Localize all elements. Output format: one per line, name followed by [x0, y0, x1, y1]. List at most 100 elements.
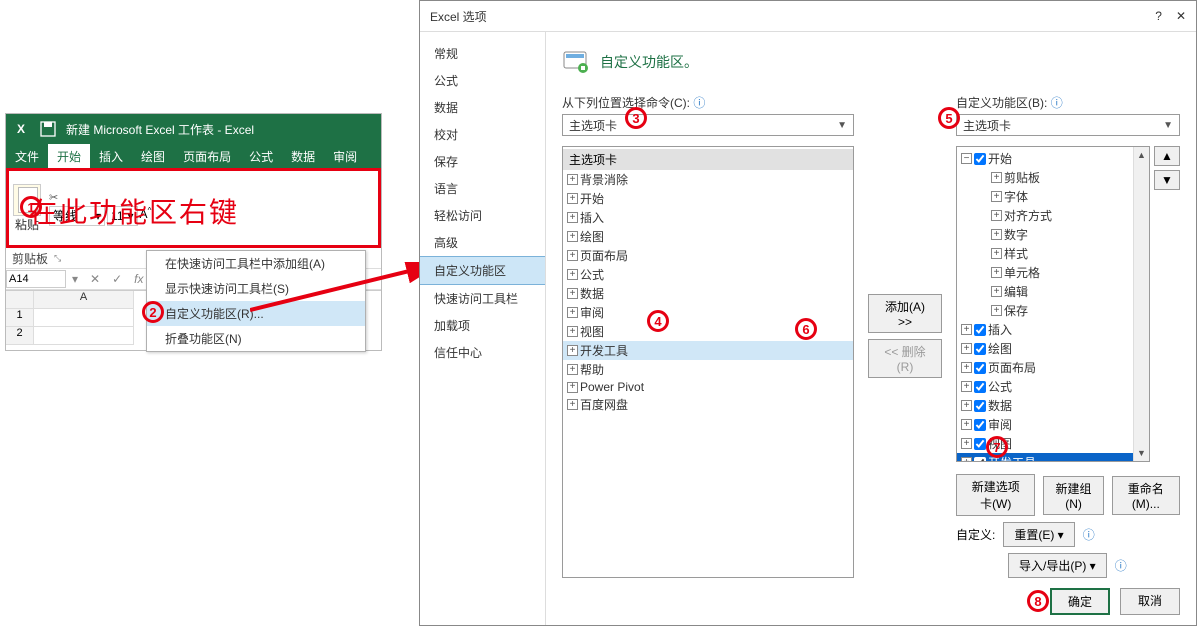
move-down-button[interactable]: ▼ — [1154, 170, 1180, 190]
reset-button[interactable]: 重置(E) ▾ — [1003, 522, 1074, 547]
sidebar-qat[interactable]: 快速访问工具栏 — [420, 285, 545, 312]
tree-item[interactable]: 页面布局 — [580, 247, 628, 264]
expand-icon[interactable]: + — [991, 229, 1002, 240]
sidebar-easeofaccess[interactable]: 轻松访问 — [420, 202, 545, 229]
checkbox[interactable] — [974, 343, 986, 355]
sidebar-formulas[interactable]: 公式 — [420, 67, 545, 94]
tab-draw[interactable]: 绘图 — [132, 144, 174, 168]
tab-home[interactable]: 开始 — [48, 144, 90, 168]
expand-icon[interactable]: + — [961, 343, 972, 354]
import-export-button[interactable]: 导入/导出(P) ▾ — [1008, 553, 1107, 578]
tree-item-developer[interactable]: 开发工具 — [580, 342, 628, 359]
tree-item[interactable]: 背景消除 — [580, 171, 628, 188]
expand-icon[interactable]: + — [567, 193, 578, 204]
expand-icon[interactable]: + — [991, 286, 1002, 297]
cancel-button[interactable]: 取消 — [1120, 588, 1180, 615]
tree-item[interactable]: 样式 — [1004, 245, 1028, 262]
row-header-2[interactable]: 2 — [6, 327, 34, 345]
expand-icon[interactable]: + — [567, 399, 578, 410]
expand-icon[interactable]: + — [567, 231, 578, 242]
tab-pagelayout[interactable]: 页面布局 — [174, 144, 240, 168]
tab-file[interactable]: 文件 — [6, 144, 48, 168]
tree-item[interactable]: 百度网盘 — [580, 396, 628, 413]
font-name-combo[interactable]: 等线▾ — [49, 206, 105, 226]
expand-icon[interactable]: + — [567, 382, 578, 393]
expand-icon[interactable]: + — [567, 307, 578, 318]
ok-button[interactable]: 确定 — [1050, 588, 1110, 615]
tab-formulas[interactable]: 公式 — [240, 144, 282, 168]
tree-item-home[interactable]: 开始 — [988, 150, 1012, 167]
tab-review[interactable]: 审阅 — [324, 144, 366, 168]
expand-icon[interactable]: + — [961, 381, 972, 392]
increase-font-icon[interactable]: A^ — [140, 206, 152, 226]
expand-icon[interactable]: + — [991, 172, 1002, 183]
tree-item[interactable]: 帮助 — [580, 361, 604, 378]
checkbox[interactable] — [974, 324, 986, 336]
sidebar-general[interactable]: 常规 — [420, 40, 545, 67]
namebox-dropdown-icon[interactable]: ▾ — [66, 272, 84, 286]
info-icon[interactable]: ⓘ — [693, 96, 705, 110]
tree-item[interactable]: 单元格 — [1004, 264, 1040, 281]
sidebar-trustcenter[interactable]: 信任中心 — [420, 339, 545, 366]
tree-item[interactable]: 审阅 — [988, 416, 1012, 433]
tree-item[interactable]: 对齐方式 — [1004, 207, 1052, 224]
commands-tree[interactable]: 主选项卡 +背景消除 +开始 +插入 +绘图 +页面布局 +公式 +数据 +审阅… — [562, 146, 854, 578]
add-button[interactable]: 添加(A) >> — [868, 294, 942, 333]
tree-item[interactable]: Power Pivot — [580, 380, 644, 394]
checkbox[interactable] — [974, 153, 986, 165]
sidebar-save[interactable]: 保存 — [420, 148, 545, 175]
expand-icon[interactable]: + — [567, 364, 578, 375]
sidebar-customize-ribbon[interactable]: 自定义功能区 — [420, 256, 545, 285]
menuitem-add-to-qat[interactable]: 在快速访问工具栏中添加组(A) — [147, 251, 365, 276]
checkbox[interactable] — [974, 438, 986, 450]
expand-icon[interactable]: + — [567, 345, 578, 356]
expand-icon[interactable]: + — [961, 324, 972, 335]
info-icon[interactable]: ⓘ — [1083, 526, 1095, 543]
tree-item[interactable]: 数字 — [1004, 226, 1028, 243]
scroll-down-icon[interactable]: ▼ — [1134, 445, 1149, 461]
tree-item[interactable]: 视图 — [988, 435, 1012, 452]
expand-icon[interactable]: + — [567, 212, 578, 223]
tree-item[interactable]: 视图 — [580, 323, 604, 340]
menuitem-show-qat[interactable]: 显示快速访问工具栏(S) — [147, 276, 365, 301]
name-box[interactable] — [6, 270, 66, 288]
scroll-up-icon[interactable]: ▲ — [1134, 147, 1149, 163]
ribbon-scope-combo[interactable]: 主选项卡▼ — [956, 114, 1180, 136]
enter-icon[interactable]: ✓ — [106, 272, 128, 286]
sidebar-advanced[interactable]: 高级 — [420, 229, 545, 256]
collapse-icon[interactable]: − — [961, 153, 972, 164]
sidebar-data[interactable]: 数据 — [420, 94, 545, 121]
tree-item[interactable]: 保存 — [1004, 302, 1028, 319]
expand-icon[interactable]: + — [961, 419, 972, 430]
ribbon-area[interactable]: 粘贴 ✂ 等线▾ 11▾ A^ 在此功能区右键 — [6, 168, 381, 248]
tree-item[interactable]: 数据 — [988, 397, 1012, 414]
col-header-a[interactable]: A — [34, 291, 134, 309]
menuitem-customize-ribbon[interactable]: 自定义功能区(R)... — [147, 301, 365, 326]
row-header-1[interactable]: 1 — [6, 309, 34, 327]
scrollbar[interactable]: ▲ ▼ — [1133, 147, 1149, 461]
sidebar-language[interactable]: 语言 — [420, 175, 545, 202]
cancel-icon[interactable]: ✕ — [84, 272, 106, 286]
checkbox[interactable] — [974, 381, 986, 393]
expand-icon[interactable]: + — [567, 269, 578, 280]
expand-icon[interactable]: + — [567, 174, 578, 185]
info-icon[interactable]: ⓘ — [1115, 557, 1127, 574]
tab-data[interactable]: 数据 — [282, 144, 324, 168]
tree-item-developer[interactable]: 开发工具 — [988, 454, 1036, 462]
expand-icon[interactable]: + — [567, 288, 578, 299]
tree-item[interactable]: 开始 — [580, 190, 604, 207]
expand-icon[interactable]: + — [961, 400, 972, 411]
save-icon[interactable] — [40, 121, 56, 137]
expand-icon[interactable]: + — [961, 362, 972, 373]
ribbon-tree[interactable]: −开始 +剪贴板 +字体 +对齐方式 +数字 +样式 +单元格 +编辑 +保存 … — [956, 146, 1150, 462]
expand-icon[interactable]: + — [567, 250, 578, 261]
checkbox[interactable] — [974, 419, 986, 431]
tree-item[interactable]: 公式 — [580, 266, 604, 283]
expand-icon[interactable]: + — [991, 267, 1002, 278]
menuitem-collapse-ribbon[interactable]: 折叠功能区(N) — [147, 326, 365, 351]
tree-item[interactable]: 页面布局 — [988, 359, 1036, 376]
rename-button[interactable]: 重命名(M)... — [1112, 476, 1180, 515]
tree-item[interactable]: 公式 — [988, 378, 1012, 395]
tree-item[interactable]: 绘图 — [988, 340, 1012, 357]
info-icon[interactable]: ⓘ — [1051, 96, 1063, 110]
